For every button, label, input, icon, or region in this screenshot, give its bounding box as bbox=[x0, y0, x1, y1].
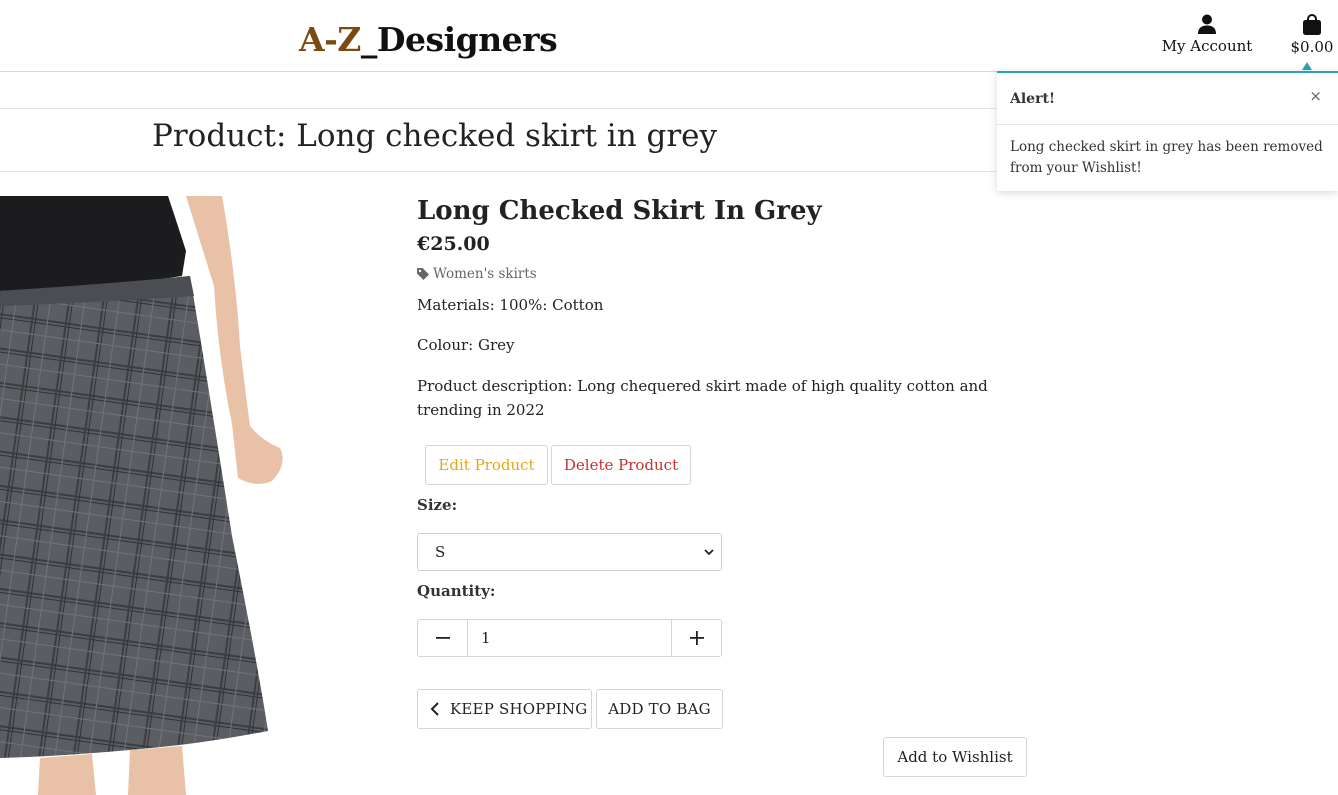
product-description: Product description: Long chequered skir… bbox=[417, 377, 988, 419]
page-title: Product: Long checked skirt in grey bbox=[152, 118, 718, 154]
bag-total: $0.00 bbox=[1290, 38, 1334, 56]
tag-icon bbox=[417, 268, 429, 280]
logo-text: _Designers bbox=[360, 20, 558, 59]
chevron-left-icon bbox=[430, 702, 439, 716]
user-icon bbox=[1198, 14, 1216, 34]
size-select-value: S bbox=[435, 543, 446, 561]
size-label: Size: bbox=[417, 496, 458, 514]
size-select[interactable]: S bbox=[417, 533, 722, 571]
quantity-label: Quantity: bbox=[417, 582, 496, 600]
keep-shopping-label: Keep Shopping bbox=[450, 700, 588, 718]
product-category: Women's skirts bbox=[433, 266, 537, 282]
shopping-bag-link[interactable]: $0.00 bbox=[1288, 14, 1336, 56]
product-materials: Materials: 100%: Cotton bbox=[417, 296, 604, 314]
toast-arrow bbox=[1302, 62, 1312, 70]
close-icon[interactable]: × bbox=[1309, 87, 1322, 105]
product-colour: Colour: Grey bbox=[417, 336, 515, 354]
toast-message: Long checked skirt in grey has been remo… bbox=[1010, 139, 1323, 176]
delete-product-button[interactable]: Delete Product bbox=[551, 445, 691, 485]
site-header: A-Z_Designers My Account $0.00 bbox=[0, 0, 1338, 72]
quantity-input[interactable]: 1 bbox=[467, 620, 672, 656]
shopping-bag-icon bbox=[1303, 14, 1321, 35]
add-to-wishlist-button[interactable]: Add to Wishlist bbox=[883, 737, 1027, 777]
product-name: Long Checked Skirt In Grey bbox=[417, 196, 822, 226]
keep-shopping-button[interactable]: Keep Shopping bbox=[417, 689, 592, 729]
product-price: €25.00 bbox=[417, 233, 490, 255]
edit-product-button[interactable]: Edit Product bbox=[425, 445, 548, 485]
quantity-stepper: 1 bbox=[417, 619, 722, 657]
minus-icon bbox=[435, 637, 450, 639]
chevron-down-icon bbox=[704, 549, 714, 556]
increment-quantity-button[interactable] bbox=[672, 620, 721, 656]
product-category-link[interactable]: Women's skirts bbox=[417, 266, 537, 282]
product-image bbox=[0, 196, 300, 795]
toast-title: Alert! bbox=[1010, 91, 1056, 107]
decrement-quantity-button[interactable] bbox=[418, 620, 467, 656]
plus-icon bbox=[689, 631, 704, 645]
my-account-link[interactable]: My Account bbox=[1160, 14, 1254, 55]
add-to-bag-button[interactable]: Add to Bag bbox=[596, 689, 723, 729]
toast-header: Alert! × bbox=[997, 73, 1338, 125]
alert-toast: Alert! × Long checked skirt in grey has … bbox=[997, 71, 1338, 191]
site-logo[interactable]: A-Z_Designers bbox=[299, 20, 558, 59]
my-account-label: My Account bbox=[1161, 37, 1253, 55]
logo-brand: A-Z bbox=[299, 20, 361, 59]
